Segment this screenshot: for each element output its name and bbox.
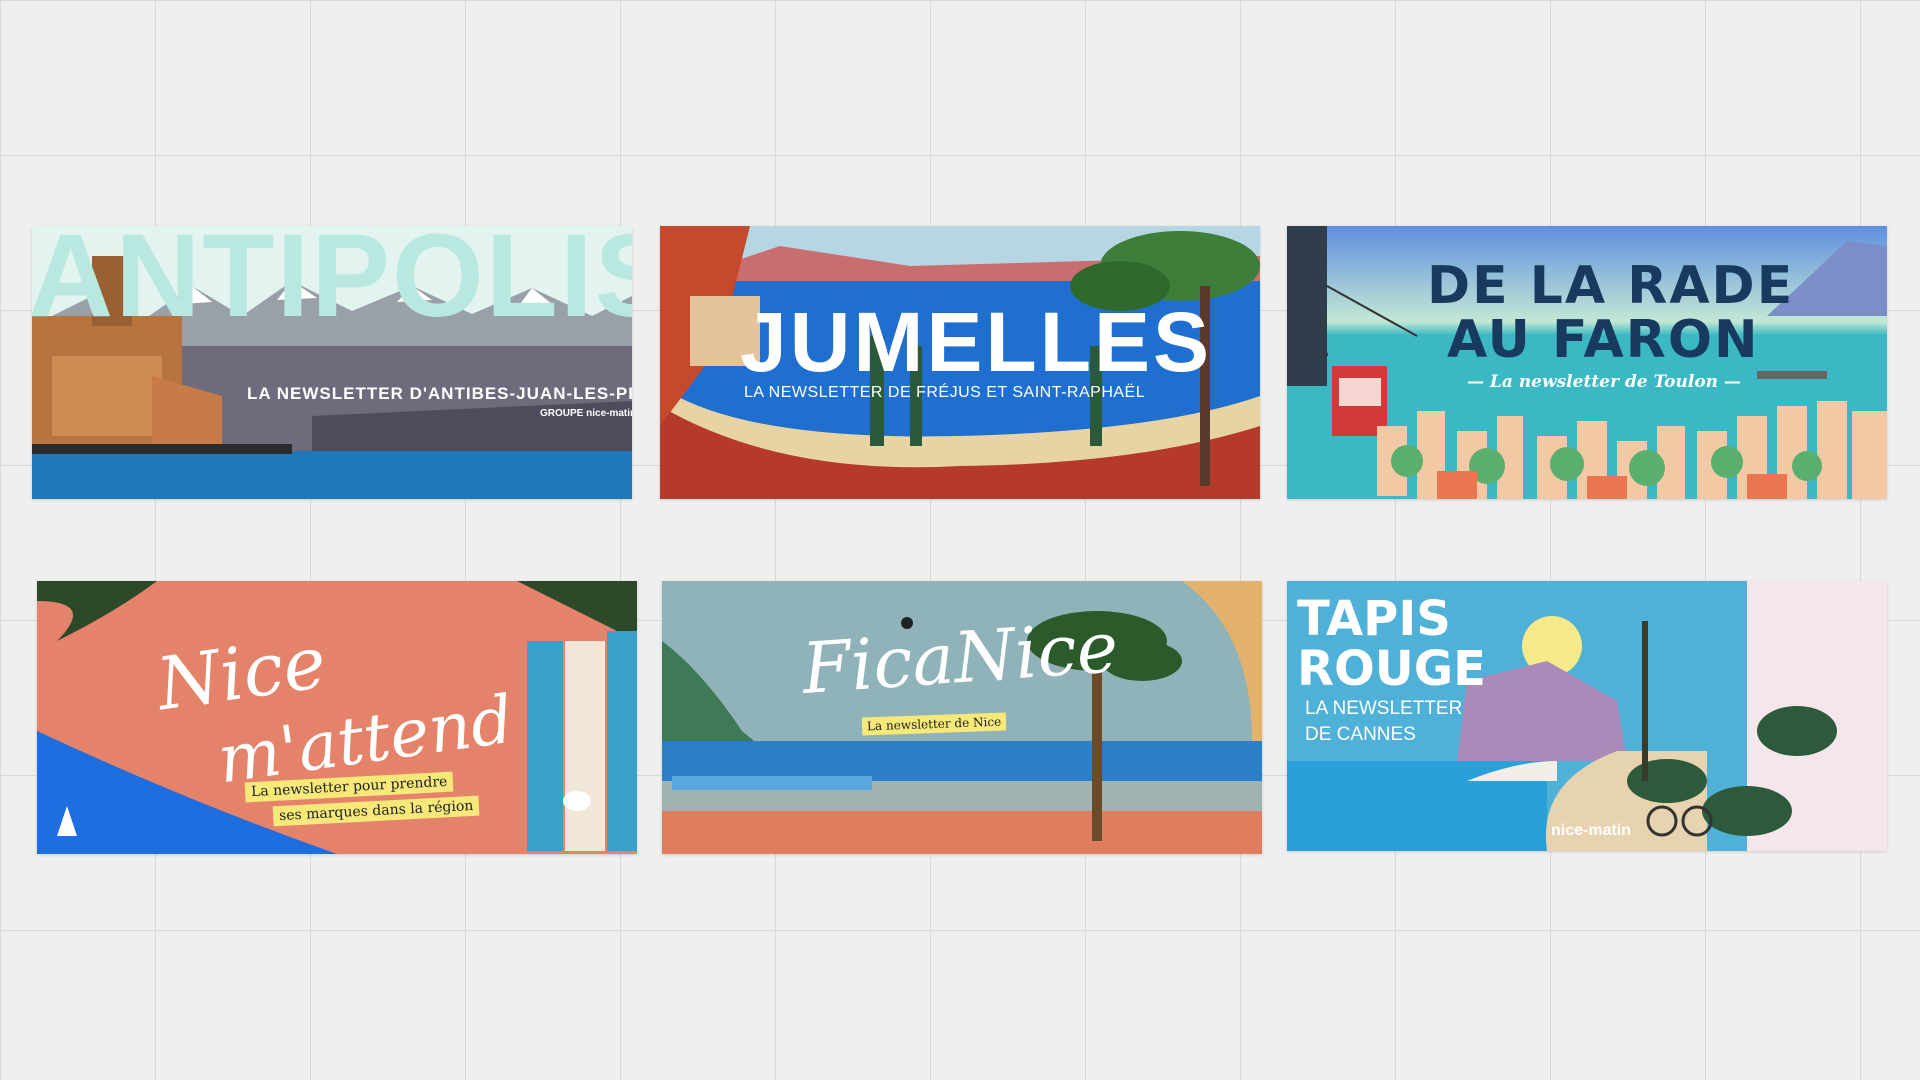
card-subtitle: LA NEWSLETTER D'ANTIBES-JUAN-LES-PINS <box>247 384 632 403</box>
card-title: ANTIPOLIS <box>32 226 632 342</box>
newsletter-card-nice-mattend[interactable]: Nice m'attend La newsletter pour prendre… <box>37 581 637 854</box>
newsletter-card-jumelles[interactable]: JUMELLES LA NEWSLETTER DE FRÉJUS ET SAIN… <box>660 226 1260 499</box>
brand-logo: GROUPE nice-matin <box>540 408 632 419</box>
card-title-line2: ROUGE <box>1297 641 1486 697</box>
card-title: JUMELLES <box>740 295 1213 389</box>
newsletter-card-antipolis[interactable]: ANTIPOLIS LA NEWSLETTER D'ANTIBES-JUAN-L… <box>32 226 632 499</box>
newsletter-card-tapis-rouge[interactable]: TAPIS ROUGE LA NEWSLETTER DE CANNES nice… <box>1287 581 1887 851</box>
card-title-line1: TAPIS <box>1297 591 1451 647</box>
card-title-line1: DE LA RADE <box>1427 256 1795 316</box>
card-title-line2: AU FARON <box>1447 310 1760 370</box>
card-subtitle: — La newsletter de Toulon — <box>1467 372 1741 392</box>
newsletter-card-ficanice[interactable]: FicaNice La newsletter de Nice <box>662 581 1262 854</box>
card-subtitle-line2: DE CANNES <box>1305 724 1416 745</box>
card-subtitle-line1: LA NEWSLETTER <box>1305 698 1463 719</box>
newsletter-card-toulon[interactable]: DE LA RADE AU FARON — La newsletter de T… <box>1287 226 1887 499</box>
brand-logo: nice-matin <box>1551 822 1632 839</box>
card-subtitle: LA NEWSLETTER DE FRÉJUS ET SAINT-RAPHAËL <box>744 384 1146 401</box>
